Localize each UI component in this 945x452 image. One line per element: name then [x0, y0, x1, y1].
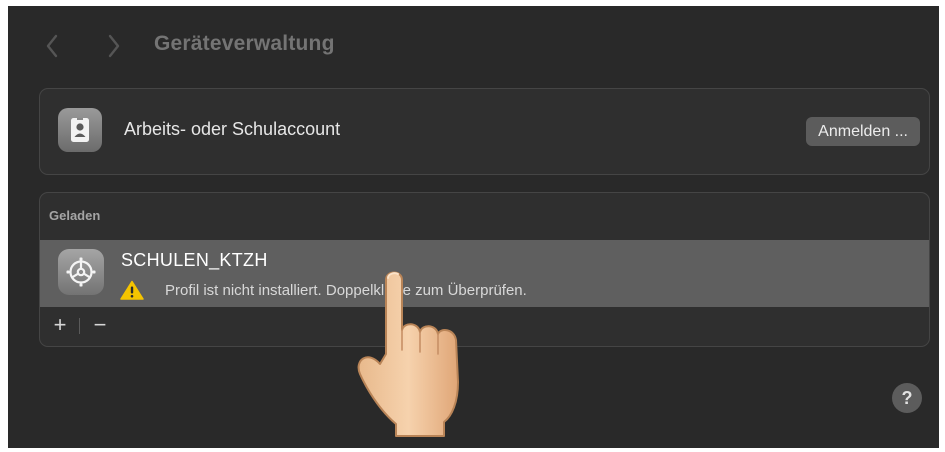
account-label: Arbeits- oder Schulaccount: [124, 119, 341, 139]
work-school-account-card: Arbeits- oder Schulaccount Anmelden ...: [39, 88, 930, 175]
remove-profile-button[interactable]: −: [90, 313, 110, 337]
sign-in-button[interactable]: Anmelden ...: [806, 117, 920, 146]
chevron-left-icon: [46, 34, 58, 58]
id-badge-icon: [58, 108, 102, 152]
chevron-right-icon: [108, 34, 120, 58]
profile-row-schulen-ktzh[interactable]: SCHULEN_KTZH Profil ist nicht installier…: [40, 240, 929, 307]
divider: [79, 318, 80, 334]
add-profile-button[interactable]: +: [50, 313, 70, 337]
section-header: Geladen: [49, 208, 101, 223]
toolbar: Geräteverwaltung: [8, 6, 939, 84]
profile-name: SCHULEN_KTZH: [121, 250, 268, 270]
forward-button[interactable]: [100, 30, 128, 62]
back-button[interactable]: [38, 30, 66, 62]
warning-icon: [120, 280, 144, 300]
profile-status-message: Profil ist nicht installiert. Doppelklic…: [165, 282, 527, 299]
add-remove-bar: + −: [40, 307, 929, 346]
help-button[interactable]: ?: [892, 383, 922, 413]
gear-icon: [58, 249, 104, 295]
page-title: Geräteverwaltung: [154, 32, 335, 55]
system-settings-window: Geräteverwaltung Arbeits- oder Schulacco…: [8, 6, 939, 448]
profiles-list-card: Geladen SCHULEN_KTZH Profil ist nicht in…: [39, 192, 930, 347]
